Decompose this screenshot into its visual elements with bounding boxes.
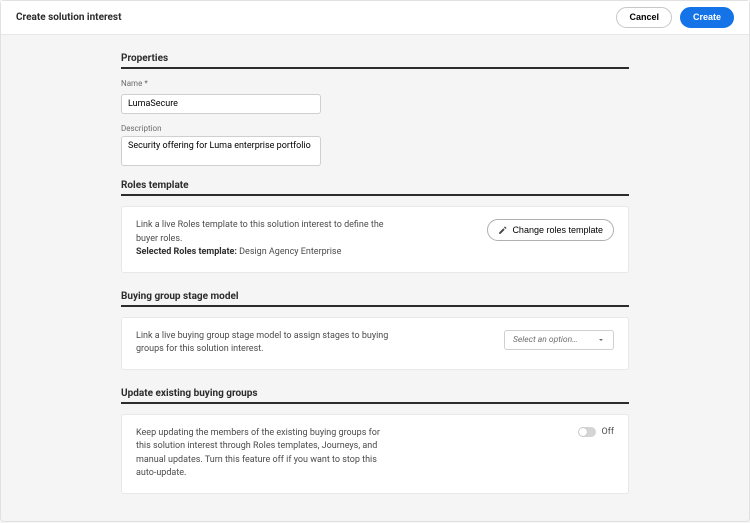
update-groups-card: Keep updating the members of the existin… <box>121 414 629 494</box>
section-rule <box>121 67 629 69</box>
page-header: Create solution interest Cancel Create <box>1 1 749 35</box>
description-input[interactable]: Security offering for Luma enterprise po… <box>121 136 321 166</box>
auto-update-toggle[interactable] <box>578 427 596 437</box>
chevron-down-icon <box>597 336 605 344</box>
change-roles-template-button[interactable]: Change roles template <box>487 219 614 241</box>
stage-model-card: Link a live buying group stage model to … <box>121 317 629 370</box>
roles-template-card: Link a live Roles template to this solut… <box>121 206 629 273</box>
section-stage-model: Buying group stage model Link a live buy… <box>121 291 629 370</box>
section-roles-template: Roles template Link a live Roles templat… <box>121 180 629 273</box>
select-placeholder: Select an option… <box>513 335 578 345</box>
pencil-icon <box>498 226 507 235</box>
stage-model-select[interactable]: Select an option… <box>504 330 614 350</box>
auto-update-toggle-wrap: Off <box>578 427 614 437</box>
section-rule <box>121 194 629 196</box>
required-asterisk: * <box>144 79 147 88</box>
section-heading-stage: Buying group stage model <box>121 291 629 302</box>
name-input[interactable] <box>121 94 321 114</box>
header-actions: Cancel Create <box>616 7 734 29</box>
description-label: Description <box>121 124 629 133</box>
section-update-groups: Update existing buying groups Keep updat… <box>121 388 629 494</box>
section-rule <box>121 305 629 307</box>
form-content: Properties Name * Description Security o… <box>1 35 749 523</box>
section-heading-properties: Properties <box>121 53 629 64</box>
toggle-knob <box>579 428 587 436</box>
section-heading-update: Update existing buying groups <box>121 388 629 399</box>
section-properties: Properties Name * Description Security o… <box>121 53 629 170</box>
update-groups-text: Keep updating the members of the existin… <box>136 427 396 481</box>
field-description: Description Security offering for Luma e… <box>121 124 629 170</box>
field-name: Name * <box>121 79 629 114</box>
create-button[interactable]: Create <box>680 7 734 29</box>
toggle-state: Off <box>602 427 614 437</box>
section-heading-roles: Roles template <box>121 180 629 191</box>
section-rule <box>121 402 629 404</box>
stage-model-text: Link a live buying group stage model to … <box>136 330 396 357</box>
page-title: Create solution interest <box>16 12 121 23</box>
roles-template-text: Link a live Roles template to this solut… <box>136 219 396 260</box>
cancel-button[interactable]: Cancel <box>616 7 672 29</box>
name-label: Name * <box>121 79 629 88</box>
